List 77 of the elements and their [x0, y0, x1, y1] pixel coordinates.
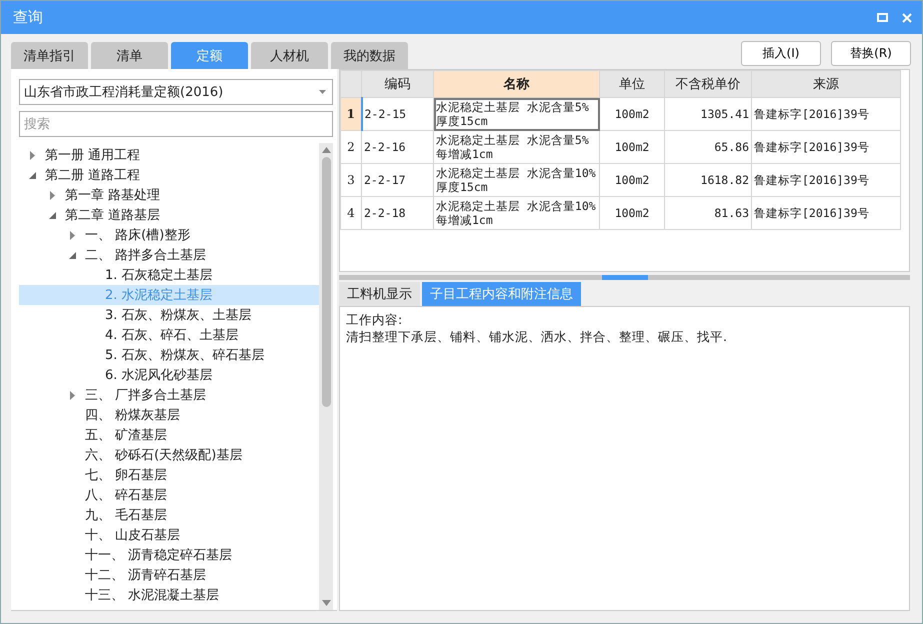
- tree-item[interactable]: 五、 矿渣基层: [19, 425, 319, 445]
- table-cell: 2-2-16: [362, 130, 434, 164]
- column-header[interactable]: 来源: [752, 70, 900, 98]
- collapsed-arrow-icon[interactable]: [70, 230, 74, 240]
- collapsed-arrow-icon[interactable]: [70, 390, 74, 400]
- tab[interactable]: 清单: [91, 42, 168, 69]
- tree-item[interactable]: 十三、 水泥混凝土基层: [19, 585, 319, 605]
- table-cell: 1305.41: [664, 98, 752, 130]
- expanded-arrow-icon[interactable]: [28, 172, 36, 178]
- collapsed-arrow-icon[interactable]: [30, 150, 34, 160]
- table-cell: 2-2-17: [362, 164, 434, 196]
- detail-text: 清扫整理下承层、铺料、铺水泥、洒水、拌合、整理、碾压、找平.: [346, 328, 728, 345]
- tree-item[interactable]: 九、 毛石基层: [19, 505, 319, 525]
- scroll-up-icon[interactable]: [322, 147, 330, 153]
- library-dropdown[interactable]: 山东省市政工程消耗量定额(2016): [19, 79, 333, 105]
- tab[interactable]: 我的数据: [331, 42, 408, 69]
- scroll-down-icon[interactable]: [322, 600, 330, 606]
- row-number[interactable]: 2: [340, 130, 362, 164]
- tree-item[interactable]: 十二、 沥青碎石基层: [19, 565, 319, 585]
- tree-item[interactable]: 第一章 路基处理: [19, 185, 319, 205]
- tab[interactable]: 人材机: [251, 42, 328, 69]
- table-cell: 鲁建标字[2016]39号: [752, 164, 900, 196]
- table-cell: 1618.82: [664, 164, 752, 196]
- tree-item[interactable]: 第二册 道路工程: [19, 165, 319, 185]
- expanded-arrow-icon[interactable]: [48, 212, 56, 218]
- tab[interactable]: 清单指引: [11, 42, 88, 69]
- table-cell: 81.63: [664, 196, 752, 230]
- tree-item[interactable]: 一、 路床(槽)整形: [19, 225, 319, 245]
- expanded-arrow-icon[interactable]: [68, 252, 76, 258]
- column-header[interactable]: 名称: [434, 70, 600, 98]
- action-button[interactable]: 替换(R): [831, 41, 911, 66]
- table-cell: 水泥稳定土基层 水泥含量5% 每增减1cm: [434, 130, 600, 164]
- maximize-icon[interactable]: [877, 13, 888, 22]
- tree-item[interactable]: 七、 卵石基层: [19, 465, 319, 485]
- window-title: 查询: [13, 8, 44, 27]
- tab[interactable]: 工料机显示: [339, 282, 420, 306]
- action-button[interactable]: 插入(I): [741, 41, 821, 66]
- table-cell: 2-2-15: [362, 98, 434, 130]
- table-cell: 2-2-18: [362, 196, 434, 230]
- collapsed-arrow-icon[interactable]: [50, 190, 54, 200]
- table-cell: 100m2: [600, 98, 664, 130]
- row-number[interactable]: 4: [340, 196, 362, 230]
- detail-heading: 工作内容:: [346, 311, 404, 328]
- tree-item[interactable]: 第二章 道路基层: [19, 205, 319, 225]
- tree-item[interactable]: 4. 石灰、碎石、土基层: [19, 325, 319, 345]
- table-cell: 水泥稳定土基层 水泥含量5% 厚度15cm: [434, 98, 600, 130]
- table-cell: 水泥稳定土基层 水泥含量10% 厚度15cm: [434, 164, 600, 196]
- tree-item[interactable]: 第一册 通用工程: [19, 145, 319, 165]
- row-number[interactable]: 3: [340, 164, 362, 196]
- tree-item[interactable]: 6. 水泥风化砂基层: [19, 365, 319, 385]
- splitter-handle[interactable]: [602, 275, 648, 280]
- row-number[interactable]: 1: [340, 98, 362, 130]
- tree-item[interactable]: 四、 粉煤灰基层: [19, 405, 319, 425]
- search-field[interactable]: 搜索: [19, 111, 333, 137]
- column-header[interactable]: 单位: [600, 70, 664, 98]
- tree-item[interactable]: 5. 石灰、粉煤灰、碎石基层: [19, 345, 319, 365]
- table-cell: 100m2: [600, 196, 664, 230]
- tree-item[interactable]: 二、 路拌多合土基层: [19, 245, 319, 265]
- table-cell: 水泥稳定土基层 水泥含量10% 每增减1cm: [434, 196, 600, 230]
- tree-item[interactable]: 八、 碎石基层: [19, 485, 319, 505]
- column-header[interactable]: 编码: [362, 70, 434, 98]
- table-cell: 100m2: [600, 164, 664, 196]
- tree-item[interactable]: 3. 石灰、粉煤灰、土基层: [19, 305, 319, 325]
- tree-item[interactable]: 六、 砂砾石(天然级配)基层: [19, 445, 319, 465]
- table-cell: 鲁建标字[2016]39号: [752, 130, 900, 164]
- tree-item[interactable]: 十一、 沥青稳定碎石基层: [19, 545, 319, 565]
- tree-item[interactable]: 三、 厂拌多合土基层: [19, 385, 319, 405]
- table-cell: 65.86: [664, 130, 752, 164]
- tree-item[interactable]: 1. 石灰稳定土基层: [19, 265, 319, 285]
- tree-item[interactable]: 十、 山皮石基层: [19, 525, 319, 545]
- table-cell: 鲁建标字[2016]39号: [752, 196, 900, 230]
- table-cell: 鲁建标字[2016]39号: [752, 98, 900, 130]
- caret-icon: [319, 90, 326, 94]
- table-cell: 100m2: [600, 130, 664, 164]
- scrollbar[interactable]: [319, 143, 333, 610]
- column-header[interactable]: 不含税单价: [664, 70, 752, 98]
- close-icon[interactable]: [902, 12, 912, 22]
